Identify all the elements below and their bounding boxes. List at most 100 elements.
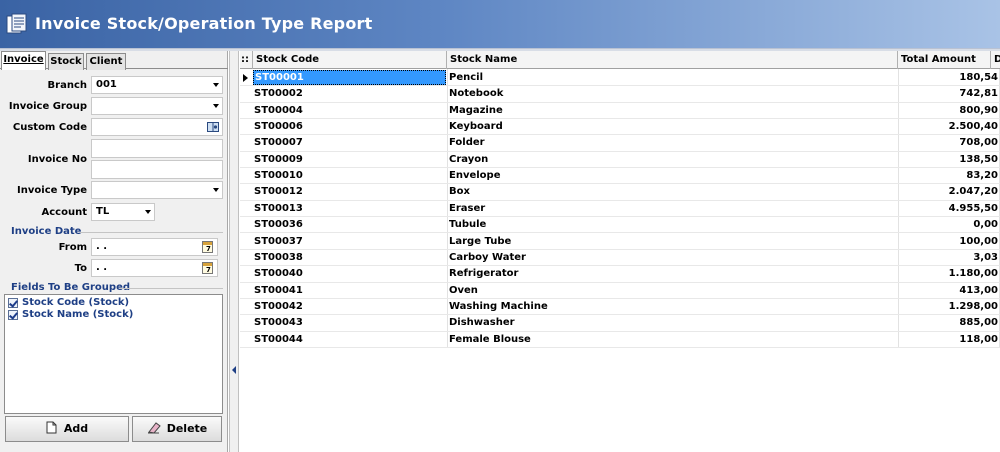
- stock-code-cell[interactable]: ST00037: [253, 234, 446, 250]
- col-header-stock-name[interactable]: Stock Name: [447, 51, 898, 69]
- collapse-arrow-icon[interactable]: [232, 366, 236, 374]
- invoice-no-from-field[interactable]: [91, 139, 223, 158]
- stock-code-cell[interactable]: ST00041: [253, 283, 446, 299]
- stock-name-cell[interactable]: Carboy Water: [449, 250, 896, 266]
- stock-code-cell[interactable]: ST00013: [253, 201, 446, 217]
- grouping-list[interactable]: Stock Code (Stock) Stock Name (Stock): [4, 294, 223, 414]
- table-row[interactable]: ST00009 Crayon 138,50: [240, 152, 1000, 169]
- stock-code-cell[interactable]: ST00006: [253, 119, 446, 135]
- tab-stock[interactable]: Stock: [48, 53, 84, 70]
- stock-code-cell[interactable]: ST00012: [253, 184, 446, 200]
- total-amount-cell[interactable]: 885,00: [898, 315, 999, 331]
- stock-code-cell[interactable]: ST00009: [253, 152, 446, 168]
- table-row[interactable]: ST00002 Notebook 742,81: [240, 86, 1000, 103]
- invoice-type-select[interactable]: [91, 181, 223, 199]
- stock-code-cell[interactable]: ST00002: [253, 86, 446, 102]
- total-amount-cell[interactable]: 4.955,50: [898, 201, 999, 217]
- table-row[interactable]: ST00006 Keyboard 2.500,40: [240, 119, 1000, 136]
- invoice-group-select[interactable]: [91, 97, 223, 115]
- stock-code-cell[interactable]: ST00007: [253, 135, 446, 151]
- calendar-icon[interactable]: 7: [202, 262, 213, 274]
- branch-select[interactable]: 001: [91, 76, 223, 94]
- stock-name-cell[interactable]: Washing Machine: [449, 299, 896, 315]
- table-row[interactable]: ST00036 Tubule 0,00: [240, 217, 1000, 234]
- tab-invoice[interactable]: Invoice: [1, 51, 46, 70]
- total-amount-cell[interactable]: 0,00: [898, 217, 999, 233]
- stock-code-cell[interactable]: ST00040: [253, 266, 446, 282]
- table-row[interactable]: ST00042 Washing Machine 1.298,00: [240, 299, 1000, 316]
- stock-name-cell[interactable]: Eraser: [449, 201, 896, 217]
- table-row[interactable]: ST00001 Pencil 180,54: [240, 70, 1000, 87]
- tab-client[interactable]: Client: [86, 53, 126, 70]
- grouping-item-stock-code[interactable]: Stock Code (Stock): [22, 297, 129, 308]
- date-to-field[interactable]: . . 7: [91, 259, 218, 277]
- total-amount-cell[interactable]: 100,00: [898, 234, 999, 250]
- total-amount-cell[interactable]: 180,54: [898, 70, 999, 86]
- col-header-stock-code[interactable]: Stock Code: [253, 51, 447, 69]
- total-amount-cell[interactable]: 118,00: [898, 332, 999, 348]
- total-amount-cell[interactable]: 83,20: [898, 168, 999, 184]
- lookup-book-icon[interactable]: [207, 121, 219, 133]
- grid-header: :: Stock Code Stock Name Total Amount D: [240, 51, 1000, 69]
- invoice-no-to-field[interactable]: [91, 160, 223, 179]
- date-from-field[interactable]: . . 7: [91, 238, 218, 256]
- stock-name-cell[interactable]: Tubule: [449, 217, 896, 233]
- invoice-date-divider: [80, 232, 223, 233]
- delete-button[interactable]: Delete: [132, 416, 222, 442]
- table-row[interactable]: ST00012 Box 2.047,20: [240, 184, 1000, 201]
- calendar-icon[interactable]: 7: [202, 241, 213, 253]
- add-button[interactable]: Add: [5, 416, 129, 442]
- row-indicator: [240, 315, 251, 331]
- col-header-total-amount[interactable]: Total Amount: [898, 51, 991, 69]
- total-amount-cell[interactable]: 2.500,40: [898, 119, 999, 135]
- checkbox[interactable]: [8, 298, 18, 308]
- table-row[interactable]: ST00004 Magazine 800,90: [240, 103, 1000, 120]
- total-amount-cell[interactable]: 138,50: [898, 152, 999, 168]
- total-amount-cell[interactable]: 2.047,20: [898, 184, 999, 200]
- stock-code-cell[interactable]: ST00044: [253, 332, 446, 348]
- table-row[interactable]: ST00037 Large Tube 100,00: [240, 234, 1000, 250]
- grouping-item-stock-name[interactable]: Stock Name (Stock): [22, 309, 133, 320]
- stock-code-cell[interactable]: ST00038: [253, 250, 446, 266]
- col-header-d[interactable]: D: [991, 51, 1000, 69]
- stock-name-cell[interactable]: Folder: [449, 135, 896, 151]
- stock-code-cell[interactable]: ST00001: [253, 70, 446, 85]
- stock-name-cell[interactable]: Refrigerator: [449, 266, 896, 282]
- checkbox[interactable]: [8, 310, 18, 320]
- table-row[interactable]: ST00043 Dishwasher 885,00: [240, 315, 1000, 332]
- stock-name-cell[interactable]: Envelope: [449, 168, 896, 184]
- table-row[interactable]: ST00013 Eraser 4.955,50: [240, 201, 1000, 218]
- table-row[interactable]: ST00041 Oven 413,00: [240, 283, 1000, 299]
- stock-name-cell[interactable]: Dishwasher: [449, 315, 896, 331]
- stock-code-cell[interactable]: ST00042: [253, 299, 446, 315]
- table-row[interactable]: ST00010 Envelope 83,20: [240, 168, 1000, 185]
- stock-name-cell[interactable]: Box: [449, 184, 896, 200]
- total-amount-cell[interactable]: 708,00: [898, 135, 999, 151]
- stock-name-cell[interactable]: Pencil: [449, 70, 896, 86]
- table-row[interactable]: ST00038 Carboy Water 3,03: [240, 250, 1000, 267]
- stock-name-cell[interactable]: Crayon: [449, 152, 896, 168]
- stock-name-cell[interactable]: Keyboard: [449, 119, 896, 135]
- row-indicator: [240, 332, 251, 348]
- total-amount-cell[interactable]: 1.298,00: [898, 299, 999, 315]
- table-row[interactable]: ST00007 Folder 708,00: [240, 135, 1000, 152]
- stock-name-cell[interactable]: Notebook: [449, 86, 896, 102]
- stock-name-cell[interactable]: Large Tube: [449, 234, 896, 250]
- panel-splitter[interactable]: [229, 51, 239, 452]
- total-amount-cell[interactable]: 413,00: [898, 283, 999, 299]
- total-amount-cell[interactable]: 742,81: [898, 86, 999, 102]
- account-select[interactable]: TL: [91, 203, 155, 221]
- custom-code-field[interactable]: [91, 118, 223, 136]
- stock-name-cell[interactable]: Magazine: [449, 103, 896, 119]
- stock-name-cell[interactable]: Oven: [449, 283, 896, 299]
- stock-code-cell[interactable]: ST00010: [253, 168, 446, 184]
- total-amount-cell[interactable]: 1.180,00: [898, 266, 999, 282]
- total-amount-cell[interactable]: 800,90: [898, 103, 999, 119]
- table-row[interactable]: ST00040 Refrigerator 1.180,00: [240, 266, 1000, 283]
- total-amount-cell[interactable]: 3,03: [898, 250, 999, 266]
- stock-name-cell[interactable]: Female Blouse: [449, 332, 896, 348]
- stock-code-cell[interactable]: ST00004: [253, 103, 446, 119]
- stock-code-cell[interactable]: ST00036: [253, 217, 446, 233]
- stock-code-cell[interactable]: ST00043: [253, 315, 446, 331]
- table-row[interactable]: ST00044 Female Blouse 118,00: [240, 332, 1000, 348]
